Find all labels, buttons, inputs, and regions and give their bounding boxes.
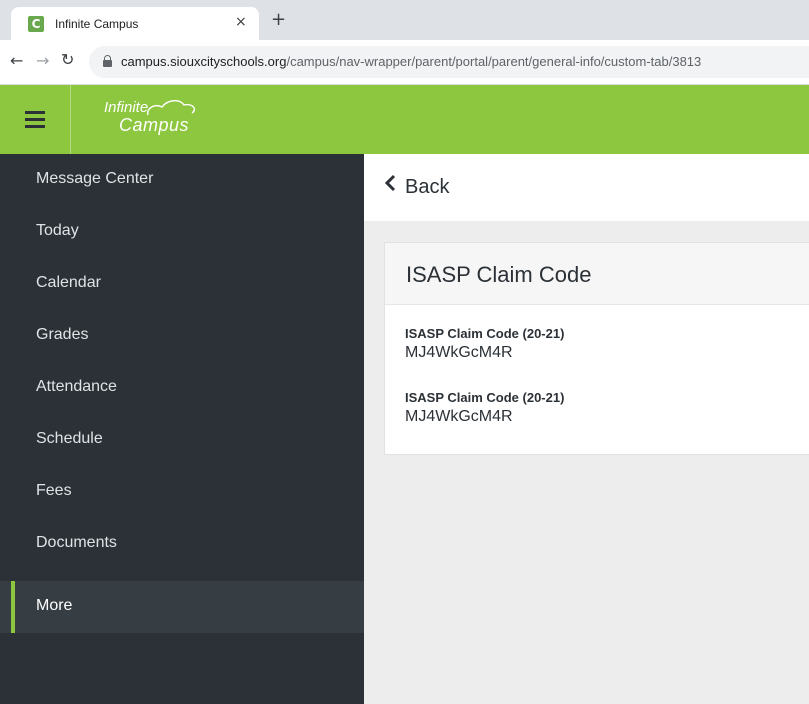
claim-code-field: ISASP Claim Code (20-21) MJ4WkGcM4R [405,326,564,362]
infinite-campus-logo[interactable]: Infinite Campus [104,99,244,143]
browser-tab-bar: C Infinite Campus × + [0,0,809,40]
menu-icon[interactable] [0,85,71,154]
sidebar-item-label: Attendance [36,378,117,395]
field-value: MJ4WkGcM4R [405,408,513,425]
sidebar-item-label: Documents [36,534,117,551]
field-label: ISASP Claim Code (20-21) [405,326,565,341]
card-header: ISASP Claim Code [385,243,809,305]
sidebar-item-label: Schedule [36,430,103,447]
claim-code-card: ISASP Claim Code ISASP Claim Code (20-21… [384,242,809,455]
url-text: campus.siouxcityschools.org/campus/nav-w… [121,54,701,69]
claim-code-field: ISASP Claim Code (20-21) MJ4WkGcM4R [405,390,564,426]
app-header: Infinite Campus [0,85,809,154]
sidebar-item-label: Today [36,222,79,239]
sidebar-item-label: Calendar [36,274,101,291]
chevron-left-icon[interactable] [382,174,400,192]
url-path: /campus/nav-wrapper/parent/portal/parent… [286,54,702,69]
browser-tab[interactable]: C Infinite Campus × [11,7,259,40]
logo-line2: Campus [119,115,190,135]
forward-arrow-icon[interactable]: → [36,51,49,70]
back-arrow-icon[interactable]: ← [10,51,23,70]
back-bar: Back [364,154,809,221]
tab-title: Infinite Campus [55,17,139,31]
sidebar-item-today[interactable]: Today [0,206,364,258]
active-indicator [11,581,15,633]
url-host: campus.siouxcityschools.org [121,54,287,69]
field-label: ISASP Claim Code (20-21) [405,390,565,405]
sidebar-item-documents[interactable]: Documents [0,518,364,570]
sidebar-item-label: Message Center [36,170,154,187]
sidebar-item-label: Fees [36,482,72,499]
sidebar-item-schedule[interactable]: Schedule [0,414,364,466]
sidebar-item-more[interactable]: More [0,581,364,633]
logo-line1: Infinite [104,99,149,116]
sidebar-item-message-center[interactable]: Message Center [0,154,364,206]
sidebar: Message Center Today Calendar Grades Att… [0,154,364,704]
campus-favicon-icon: C [28,16,44,32]
sidebar-item-attendance[interactable]: Attendance [0,362,364,414]
lock-icon [103,55,112,67]
new-tab-icon[interactable]: + [271,9,286,30]
card-title: ISASP Claim Code [406,262,592,287]
sidebar-item-label: More [36,597,73,614]
sidebar-item-fees[interactable]: Fees [0,466,364,518]
close-icon[interactable]: × [235,14,247,30]
browser-toolbar: ← → ↻ campus.siouxcityschools.org/campus… [0,40,809,85]
main-content: Back ISASP Claim Code ISASP Claim Code (… [364,154,809,704]
sidebar-item-label: Grades [36,326,89,343]
field-value: MJ4WkGcM4R [405,344,513,361]
address-bar[interactable]: campus.siouxcityschools.org/campus/nav-w… [89,46,809,78]
sidebar-item-calendar[interactable]: Calendar [0,258,364,310]
back-button[interactable]: Back [405,176,449,199]
sidebar-item-grades[interactable]: Grades [0,310,364,362]
reload-icon[interactable]: ↻ [61,50,74,69]
